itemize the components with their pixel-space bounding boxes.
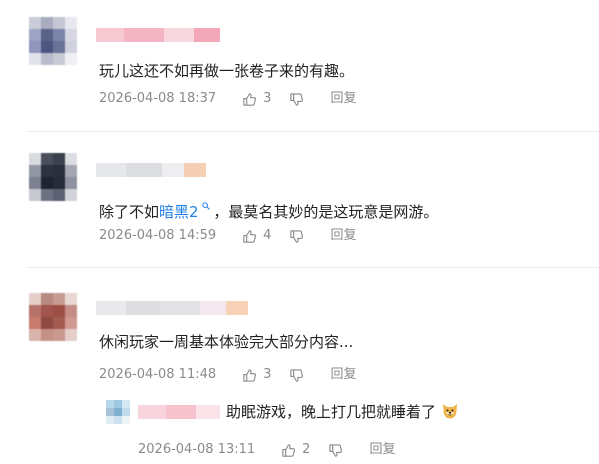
like-button[interactable]: 2 [281,441,310,459]
comment-meta: 2026-04-08 18:37 3 回复 [99,90,356,108]
dislike-button[interactable] [289,92,304,107]
keyword-link[interactable]: 暗黑2 [159,203,199,221]
thumbs-down-icon [290,368,304,382]
timestamp: 2026-04-08 13:11 [138,442,256,457]
comment-meta: 2026-04-08 14:59 4 回复 [99,227,356,245]
like-button[interactable]: 3 [242,90,271,108]
reply-text: 助眠游戏，晚上打几把就睡着了 [226,402,459,422]
like-button[interactable]: 3 [242,366,271,384]
thumbs-down-icon [329,443,343,457]
reply-avatar[interactable] [106,400,130,424]
divider [26,131,599,132]
comment-text: 除了不如暗黑2 ，最莫名其妙的是这玩意是网游。 [99,198,438,222]
timestamp: 2026-04-08 14:59 [99,228,217,243]
avatar[interactable] [29,293,77,341]
username-blurred[interactable] [96,28,220,42]
dog-face-emoji [442,404,457,419]
reply-username-blurred[interactable] [138,405,220,419]
reply-button[interactable]: 回复 [330,227,356,245]
reply-button[interactable]: 回复 [330,366,356,384]
username-blurred[interactable] [96,301,248,315]
dislike-button[interactable] [289,368,304,383]
like-button[interactable]: 4 [242,227,271,245]
thumbs-up-icon [243,229,257,243]
dislike-button[interactable] [328,443,343,458]
timestamp: 2026-04-08 18:37 [99,91,217,106]
thumbs-up-icon [243,368,257,382]
comment-text-part: ，最莫名其妙的是这玩意是网游。 [213,203,439,221]
like-count: 4 [263,228,272,243]
thumbs-down-icon [290,229,304,243]
search-icon[interactable] [200,202,214,213]
comment-meta: 2026-04-08 11:48 3 回复 [99,366,356,384]
comment-text: 休闲玩家一周基本体验完大部分内容... [99,333,354,351]
like-count: 2 [302,442,311,457]
dislike-button[interactable] [289,229,304,244]
like-count: 3 [263,91,272,106]
avatar[interactable] [29,17,77,65]
comment-text: 玩儿这还不如再做一张卷子来的有趣。 [99,62,355,80]
comment-text-part: 除了不如 [99,203,160,221]
reply-button[interactable]: 回复 [330,90,356,108]
divider [26,267,599,268]
thumbs-down-icon [290,92,304,106]
avatar[interactable] [29,153,77,201]
thumbs-up-icon [243,92,257,106]
reply-button[interactable]: 回复 [369,441,395,459]
timestamp: 2026-04-08 11:48 [99,367,217,382]
reply-meta: 2026-04-08 13:11 2 回复 [138,441,395,459]
thumbs-up-icon [282,443,296,457]
reply-text-content: 助眠游戏，晚上打几把就睡着了 [226,403,437,421]
like-count: 3 [263,367,272,382]
username-blurred[interactable] [96,163,206,177]
